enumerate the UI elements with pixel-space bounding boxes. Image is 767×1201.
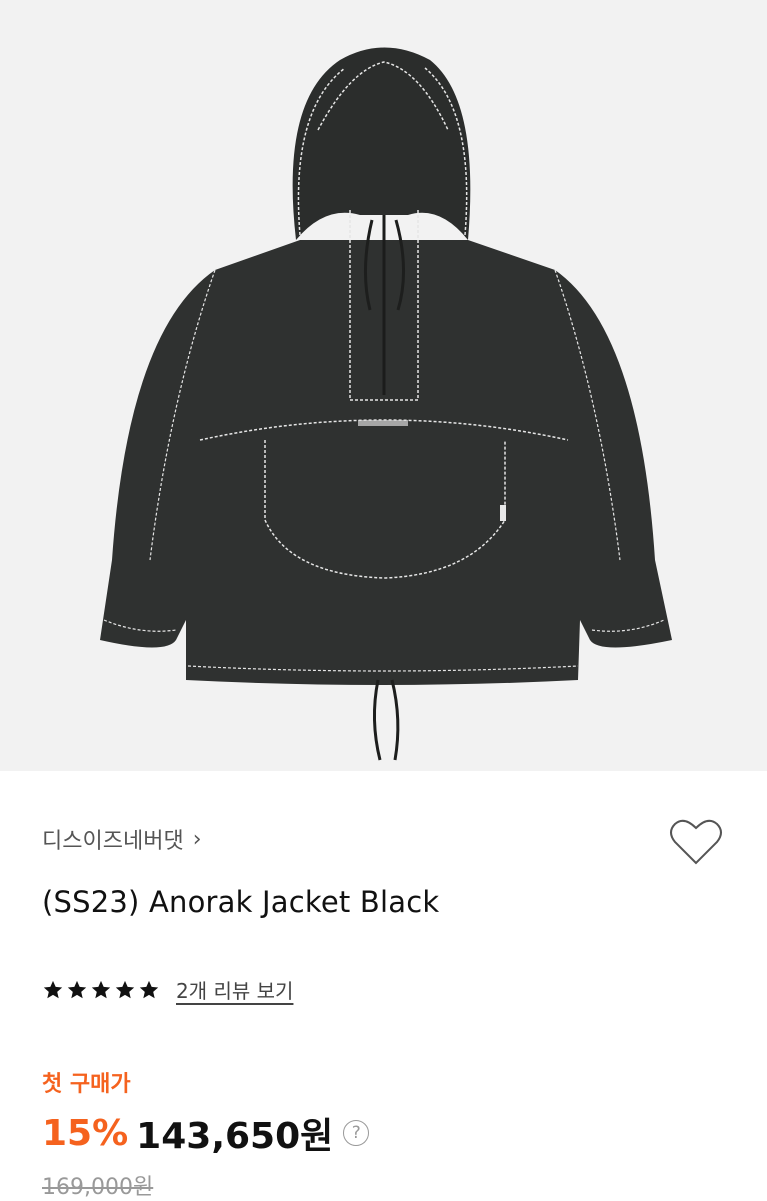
wishlist-button[interactable]	[669, 817, 723, 867]
heart-outline-icon	[670, 819, 722, 865]
rating-row: 2개 리뷰 보기	[42, 975, 293, 1004]
brand-name: 디스이즈네버댓	[42, 829, 184, 854]
sale-price: 143,650원	[136, 1116, 334, 1157]
star-icon	[43, 980, 63, 998]
star-icon	[115, 980, 135, 998]
product-title: (SS23) Anorak Jacket Black	[42, 885, 440, 919]
star-rating	[42, 979, 160, 1001]
brand-link[interactable]: 디스이즈네버댓 ›	[42, 823, 202, 855]
star-icon	[91, 980, 111, 998]
star-icon	[67, 980, 87, 998]
original-price: 169,000원	[42, 1175, 154, 1200]
first-purchase-label: 첫 구매가	[42, 1072, 131, 1097]
chevron-right-icon: ›	[192, 826, 202, 852]
jacket-illustration	[0, 0, 767, 771]
product-image[interactable]	[0, 0, 767, 771]
review-link[interactable]: 2개 리뷰 보기	[176, 975, 293, 1004]
discount-rate: 15%	[42, 1112, 129, 1154]
product-info: 디스이즈네버댓 › (SS23) Anorak Jacket Black 2개 …	[0, 771, 767, 1200]
price-row: 15% 143,650원 ?	[42, 1107, 370, 1159]
star-icon	[139, 980, 159, 998]
question-circle-icon[interactable]: ?	[343, 1120, 370, 1146]
